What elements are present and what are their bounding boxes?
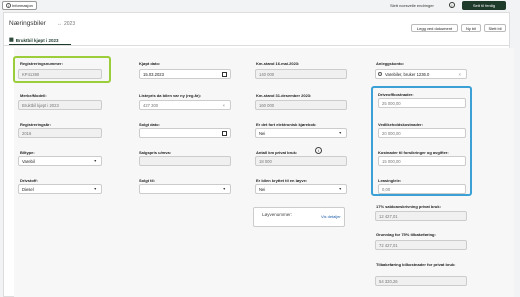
delete-car-button[interactable]: Slett bil xyxy=(484,24,506,32)
reg-year-label: Registreringsår: xyxy=(20,122,51,127)
saldo-label: 17% saldoavskrivning privat bruk: xyxy=(376,204,441,209)
sale-price-label: Salgspris u/mva: xyxy=(139,150,172,155)
link-icon: ↔ xyxy=(57,21,62,27)
help-icon[interactable]: i xyxy=(449,2,455,8)
highlight-registration xyxy=(13,56,111,83)
car-type-value: Varebil xyxy=(22,159,35,164)
year-indicator: ↔ 2023 xyxy=(57,21,75,27)
attach-document-button[interactable]: Legg ved dokument xyxy=(411,24,458,32)
make-model-field[interactable]: Bruktbil kjøpt i 2023 xyxy=(18,100,102,110)
saldo-field: 12 427,01 xyxy=(375,211,467,221)
show-details-link[interactable]: Vis detaljer xyxy=(321,214,341,219)
calendar-icon[interactable] xyxy=(222,72,227,77)
tab-label: Bruktbil kjøpt i 2023 xyxy=(15,37,59,43)
clear-icon[interactable]: × xyxy=(223,101,225,110)
highlight-costs xyxy=(371,86,472,196)
km-end-field[interactable]: 160 000 xyxy=(255,100,347,110)
basis-field: 72 427,01 xyxy=(375,240,467,250)
info-icon: i xyxy=(6,3,11,8)
sold-to-label: Solgt til: xyxy=(139,178,155,183)
sold-date-label: Solgt dato: xyxy=(139,122,160,127)
asset-account-field[interactable]: Varebiler, bruker 1236.0 × xyxy=(375,69,467,79)
refund-label: Tilbakeføring bilkostnader for privat br… xyxy=(376,262,456,267)
electronic-log-value: Nei xyxy=(259,131,266,136)
sold-date-field[interactable] xyxy=(139,128,231,138)
purchase-date-value: 15.03.2023 xyxy=(143,72,164,77)
electronic-log-label: Er det fort elektronisk kjørebok: xyxy=(256,122,317,127)
search-icon xyxy=(378,72,382,76)
license-select[interactable]: Nei ▼ xyxy=(255,184,347,194)
calendar-icon[interactable] xyxy=(222,131,227,136)
license-label: Er bilen kryttet til en løyve: xyxy=(256,178,308,183)
asset-account-value: Varebiler, bruker 1236.0 xyxy=(385,72,430,77)
chevron-down-icon: ▼ xyxy=(222,187,226,191)
private-km-label: Antall km privat bruk: xyxy=(256,150,298,155)
tab-used-car[interactable]: ▩ Bruktbil kjøpt i 2023 xyxy=(9,37,59,43)
clear-icon[interactable]: × xyxy=(459,70,461,79)
refund-field: 54 320,26 xyxy=(375,276,467,286)
new-car-button[interactable]: Ny bil xyxy=(461,24,481,32)
car-type-label: Biltype: xyxy=(20,150,35,155)
asset-account-label: Anleggskonto: xyxy=(376,61,404,66)
info-icon[interactable]: i xyxy=(315,147,322,154)
list-price-field[interactable]: 427 300 × xyxy=(139,100,231,110)
license-value: Nei xyxy=(259,187,266,192)
page-title: Næringsbiler xyxy=(9,20,46,27)
electronic-log-select[interactable]: Nei ▼ xyxy=(255,128,347,138)
sold-to-select[interactable]: ▼ xyxy=(139,184,231,194)
km-start-field[interactable]: 140 000 xyxy=(255,69,347,79)
make-model-label: Merke/Modell: xyxy=(20,93,47,98)
purchase-date-label: Kjøpt dato: xyxy=(139,61,161,66)
car-type-select[interactable]: Varebil ▼ xyxy=(18,156,102,166)
basis-label: Grunnlag for 75% tilbakeføring: xyxy=(376,232,436,237)
chevron-down-icon: ▼ xyxy=(338,131,342,135)
list-price-label: Listepris da bilen var ny (reg.år): xyxy=(139,93,202,98)
reg-year-field[interactable]: 2016 xyxy=(18,128,102,138)
discard-changes-link[interactable]: Slett ncesvelle endringer xyxy=(390,3,434,8)
chevron-down-icon: ▼ xyxy=(93,159,97,163)
km-start-label: Km-stand 16.mai.2023: xyxy=(256,61,300,66)
chevron-down-icon: ▼ xyxy=(93,187,97,191)
fuel-value: Diesel xyxy=(22,187,34,192)
fuel-select[interactable]: Diesel ▼ xyxy=(18,184,102,194)
license-number-label: Løyvenummer: xyxy=(262,212,293,217)
list-price-value: 427 300 xyxy=(143,103,159,108)
private-km-field[interactable]: 18 000 xyxy=(255,156,347,166)
fuel-label: Drivstoff: xyxy=(20,178,38,183)
top-bar: i Informasjon Slett ncesvelle endringer … xyxy=(0,0,520,11)
information-button-label: Informasjon xyxy=(12,2,33,8)
tab-divider xyxy=(3,45,510,46)
year-label: 2023 xyxy=(64,21,76,27)
sale-price-field[interactable] xyxy=(139,156,231,166)
chevron-down-icon: ▼ xyxy=(338,187,342,191)
car-icon: ▩ xyxy=(9,37,14,43)
license-number-box: Løyvenummer: Vis detaljer xyxy=(253,207,345,227)
information-button[interactable]: i Informasjon xyxy=(2,1,37,10)
set-done-button[interactable]: Sett til ferdig xyxy=(462,1,506,10)
purchase-date-field[interactable]: 15.03.2023 xyxy=(139,69,231,79)
km-end-label: Km-stand 31.desember 2023: xyxy=(256,93,312,98)
